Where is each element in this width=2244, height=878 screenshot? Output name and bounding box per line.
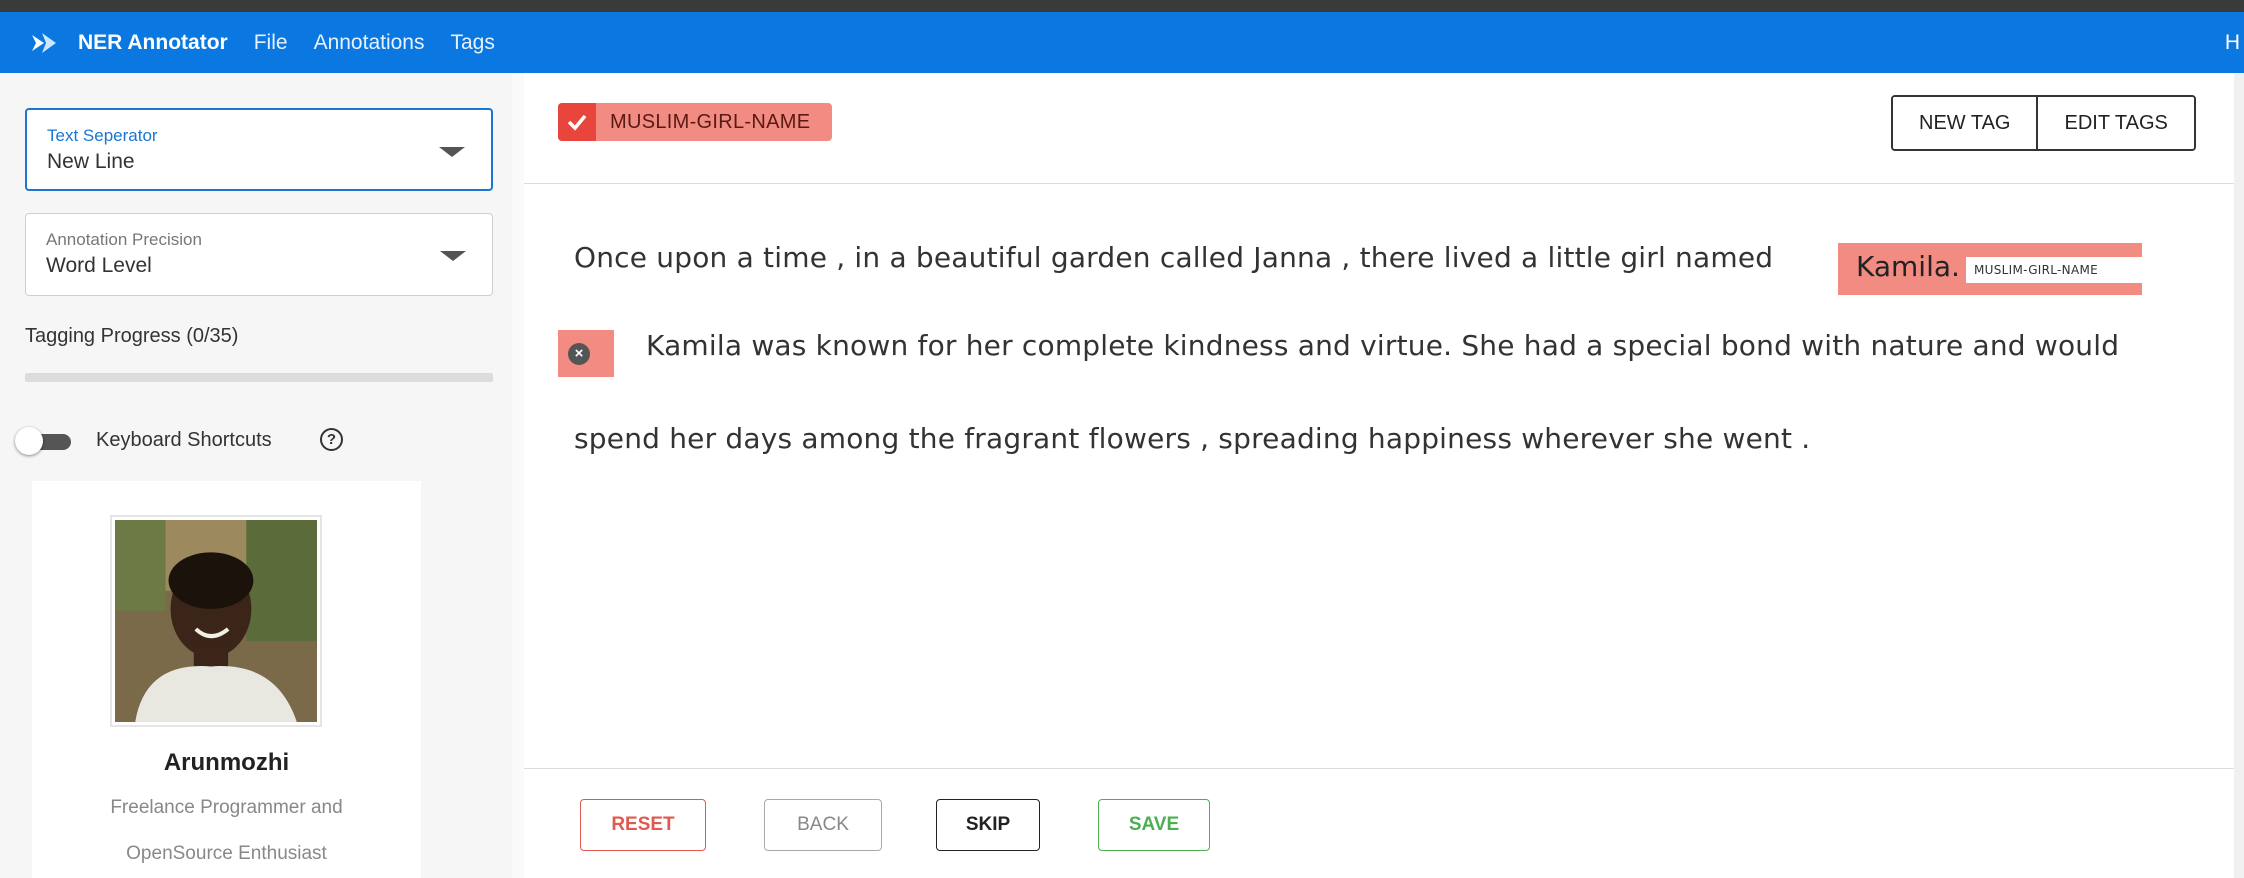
profile-name: Arunmozhi (163, 749, 290, 776)
scrollbar[interactable] (2234, 73, 2244, 878)
annotation-precision-value: Word Level (46, 254, 152, 277)
avatar (110, 515, 322, 727)
close-icon: × (568, 342, 590, 365)
tag-chip-label: MUSLIM-GIRL-NAME (610, 110, 811, 133)
main-panel: MUSLIM-GIRL-NAME NEW TAG EDIT TAGS Once … (524, 73, 2244, 878)
new-tag-button[interactable]: NEW TAG (1893, 97, 2037, 149)
entity-annotation[interactable]: Kamila. MUSLIM-GIRL-NAME (1838, 243, 2142, 295)
check-icon (558, 103, 596, 141)
menu-annotations[interactable]: Annotations (314, 31, 425, 55)
tagging-progress-bar (25, 373, 493, 382)
menu-tags[interactable]: Tags (450, 31, 494, 55)
annotation-precision-select[interactable]: Annotation Precision Word Level (25, 213, 493, 296)
sidebar: Text Seperator New Line Annotation Preci… (0, 73, 512, 878)
keyboard-shortcuts-label: Keyboard Shortcuts (96, 429, 272, 451)
reset-button[interactable]: RESET (580, 799, 706, 851)
back-button[interactable]: BACK (764, 799, 882, 851)
app-brand[interactable]: NER Annotator (78, 31, 228, 55)
entity-text: Kamila. (1856, 250, 1960, 283)
edit-tags-button[interactable]: EDIT TAGS (2036, 97, 2194, 149)
action-footer: RESET BACK SKIP SAVE (524, 768, 2234, 878)
chevron-down-icon[interactable] (439, 147, 465, 157)
profile-card: Arunmozhi Freelance Programmer and OpenS… (32, 481, 421, 878)
keyboard-shortcuts-toggle[interactable] (15, 427, 73, 455)
text-separator-select[interactable]: Text Seperator New Line (25, 108, 493, 191)
text-line-2-content: Kamila was known for her complete kindne… (646, 329, 2120, 362)
entity-remove-button[interactable]: × (558, 330, 614, 377)
navbar: NER Annotator File Annotations Tags H (0, 12, 2244, 73)
save-button[interactable]: SAVE (1098, 799, 1210, 851)
entity-tag-label: MUSLIM-GIRL-NAME (1966, 257, 2142, 283)
annotator-logo-icon (32, 32, 56, 53)
profile-bio-line2: OpenSource Enthusiast (126, 843, 327, 864)
menu-file[interactable]: File (254, 31, 288, 55)
toggle-knob (15, 427, 43, 455)
menu-help[interactable]: H (2225, 31, 2240, 55)
tag-chip-muslim-girl-name[interactable]: MUSLIM-GIRL-NAME (558, 103, 833, 141)
profile-photo (115, 520, 317, 722)
text-line-1[interactable]: Once upon a time , in a beautiful garden… (574, 241, 1773, 274)
text-separator-label: Text Seperator (47, 126, 158, 145)
chevron-down-icon[interactable] (440, 251, 466, 261)
tag-button-group: NEW TAG EDIT TAGS (1891, 95, 2196, 151)
tagging-progress-label: Tagging Progress (0/35) (25, 325, 239, 347)
skip-button[interactable]: SKIP (936, 799, 1040, 851)
app-window: NER Annotator File Annotations Tags H Te… (0, 12, 2244, 878)
annotation-text-area[interactable]: Once upon a time , in a beautiful garden… (524, 185, 2234, 768)
profile-bio-line1: Freelance Programmer and (110, 797, 343, 818)
help-icon[interactable]: ? (320, 428, 343, 451)
tag-bar: MUSLIM-GIRL-NAME NEW TAG EDIT TAGS (524, 73, 2234, 184)
text-line-3[interactable]: spend her days among the fragrant flower… (574, 422, 1810, 455)
text-separator-value: New Line (47, 150, 135, 173)
annotation-precision-label: Annotation Precision (46, 230, 202, 249)
